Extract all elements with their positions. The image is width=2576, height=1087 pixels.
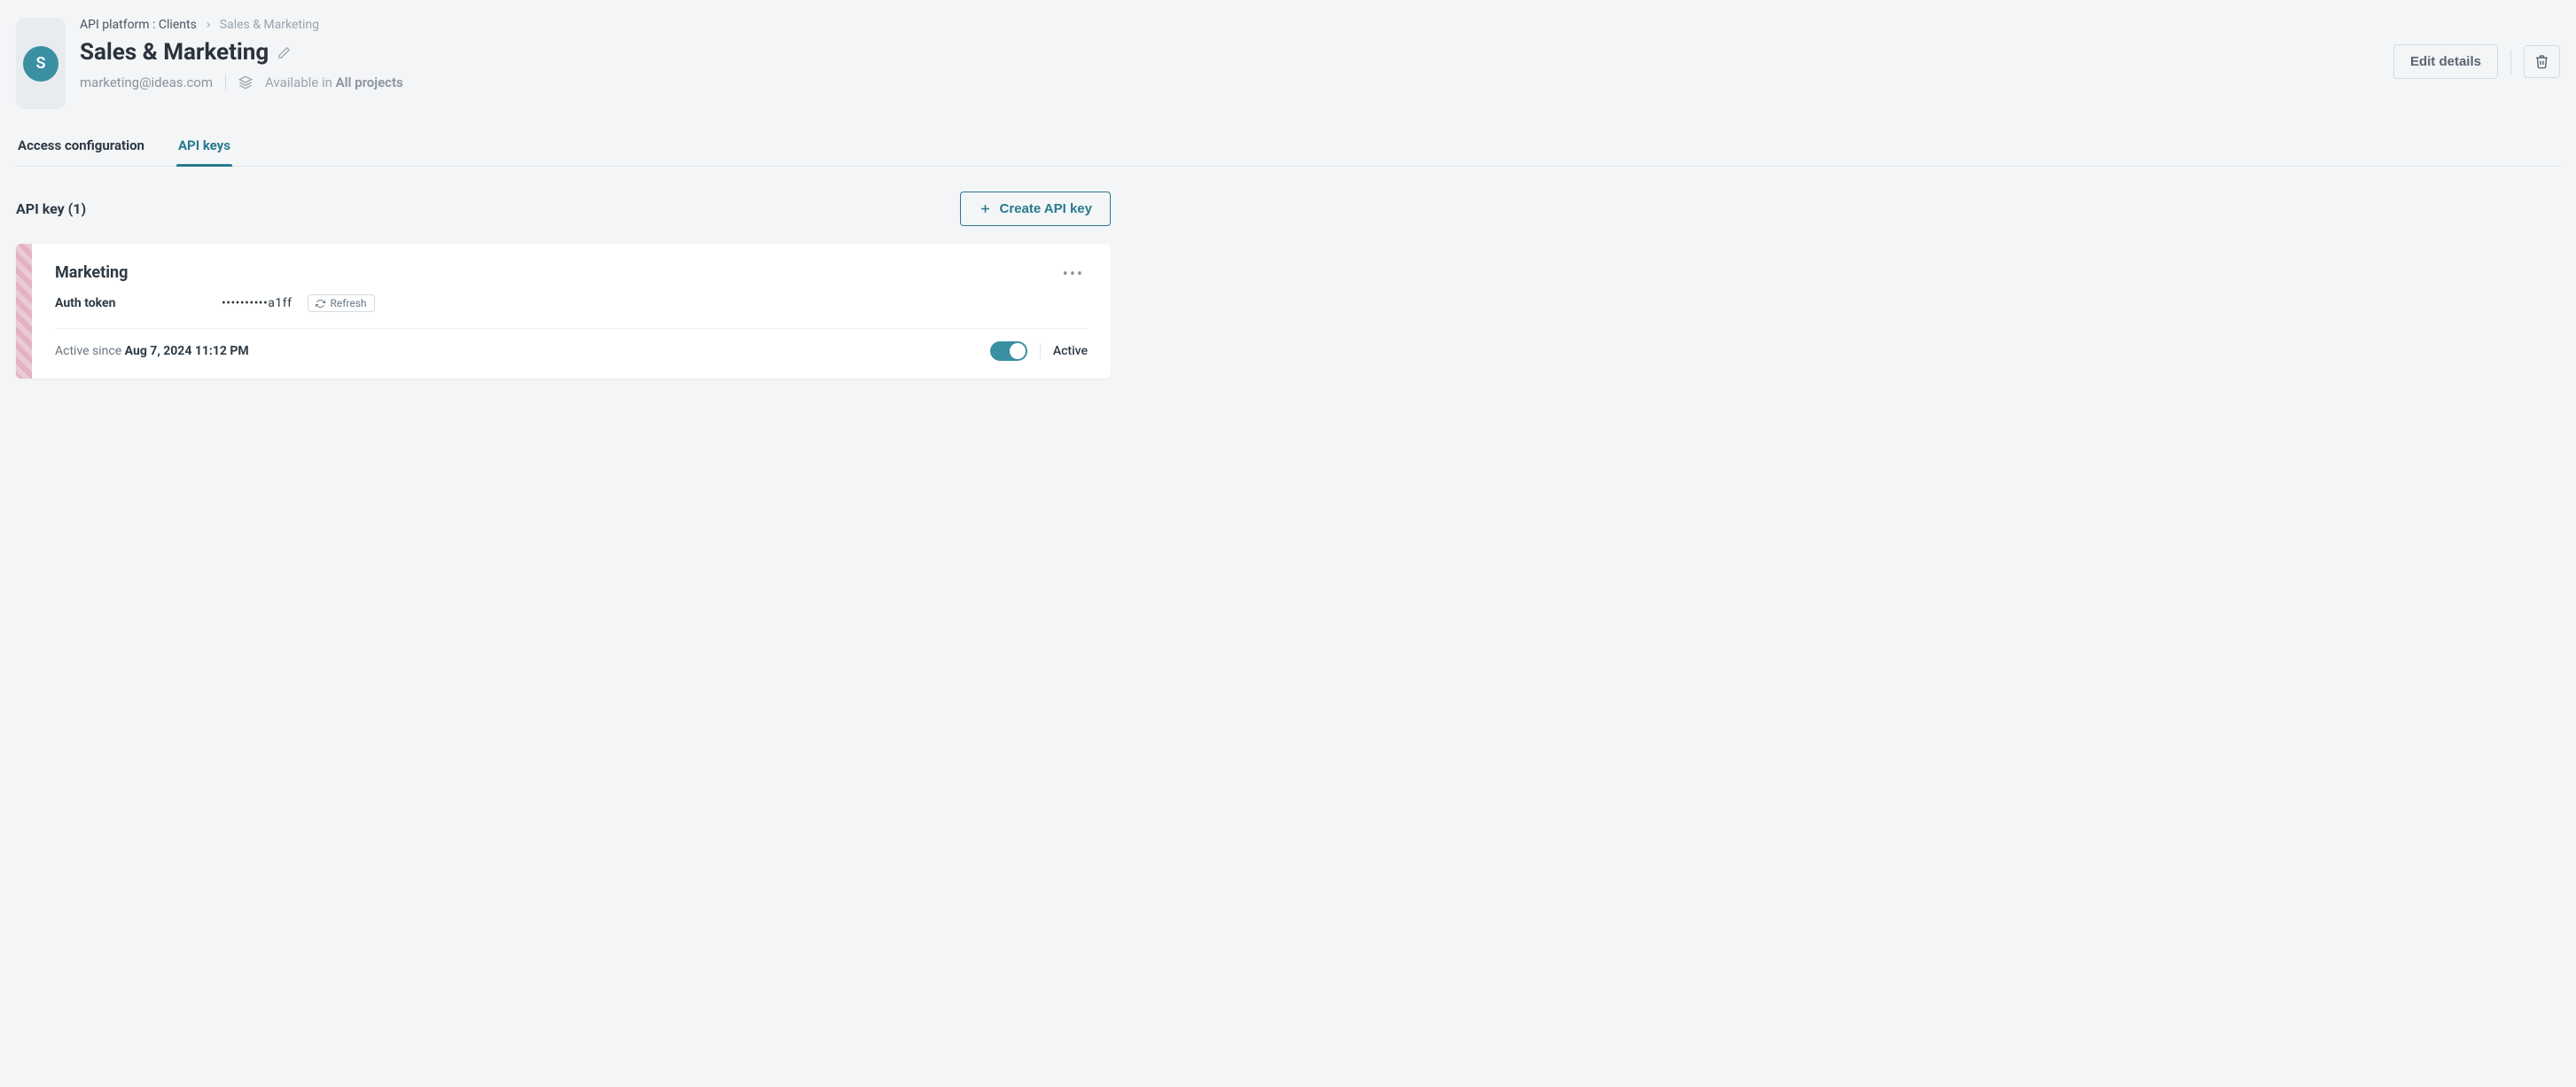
- avatar-letter: S: [23, 46, 59, 82]
- client-avatar: S: [16, 18, 66, 109]
- layers-icon: [238, 75, 253, 90]
- chevron-right-icon: [204, 20, 213, 29]
- divider: [225, 74, 226, 90]
- auth-token-label: Auth token: [55, 296, 206, 310]
- plus-icon: [979, 202, 992, 215]
- tab-api-keys[interactable]: API keys: [176, 129, 232, 166]
- toggle-knob: [1010, 343, 1026, 359]
- card-accent-stripe: [16, 244, 32, 379]
- divider: [2510, 50, 2511, 74]
- api-key-name: Marketing: [55, 263, 375, 282]
- breadcrumb-root[interactable]: API platform : Clients: [80, 18, 197, 32]
- api-key-card: Marketing Auth token ••••••••••a1ff Refr…: [16, 244, 1111, 379]
- tabs: Access configuration API keys: [16, 129, 2560, 167]
- trash-icon: [2534, 54, 2549, 69]
- edit-details-button[interactable]: Edit details: [2393, 44, 2498, 79]
- delete-button[interactable]: [2524, 45, 2560, 78]
- active-since-value: Aug 7, 2024 11:12 PM: [125, 344, 249, 358]
- divider: [1040, 343, 1041, 359]
- client-email: marketing@ideas.com: [80, 74, 213, 90]
- refresh-icon: [316, 299, 325, 309]
- pencil-icon[interactable]: [277, 46, 291, 59]
- create-api-key-button[interactable]: Create API key: [960, 192, 1111, 226]
- status-label: Active: [1053, 344, 1088, 358]
- api-keys-heading: API key (1): [16, 200, 86, 217]
- page-title: Sales & Marketing: [80, 39, 269, 66]
- availability-scope: All projects: [336, 74, 403, 90]
- divider: [55, 328, 1088, 329]
- active-toggle[interactable]: [990, 341, 1027, 361]
- availability-prefix: Available in: [265, 74, 332, 90]
- active-since: Active since Aug 7, 2024 11:12 PM: [55, 344, 249, 358]
- availability-text: Available in All projects: [265, 74, 403, 90]
- tab-access-configuration[interactable]: Access configuration: [16, 129, 146, 166]
- breadcrumb-current: Sales & Marketing: [220, 18, 319, 32]
- create-api-key-label: Create API key: [999, 201, 1092, 216]
- more-menu-icon[interactable]: •••: [1059, 263, 1088, 285]
- active-since-prefix: Active since: [55, 344, 121, 358]
- breadcrumb: API platform : Clients Sales & Marketing: [80, 18, 403, 32]
- auth-token-value: ••••••••••a1ff: [222, 296, 292, 310]
- refresh-label: Refresh: [330, 297, 366, 309]
- refresh-token-button[interactable]: Refresh: [308, 294, 374, 312]
